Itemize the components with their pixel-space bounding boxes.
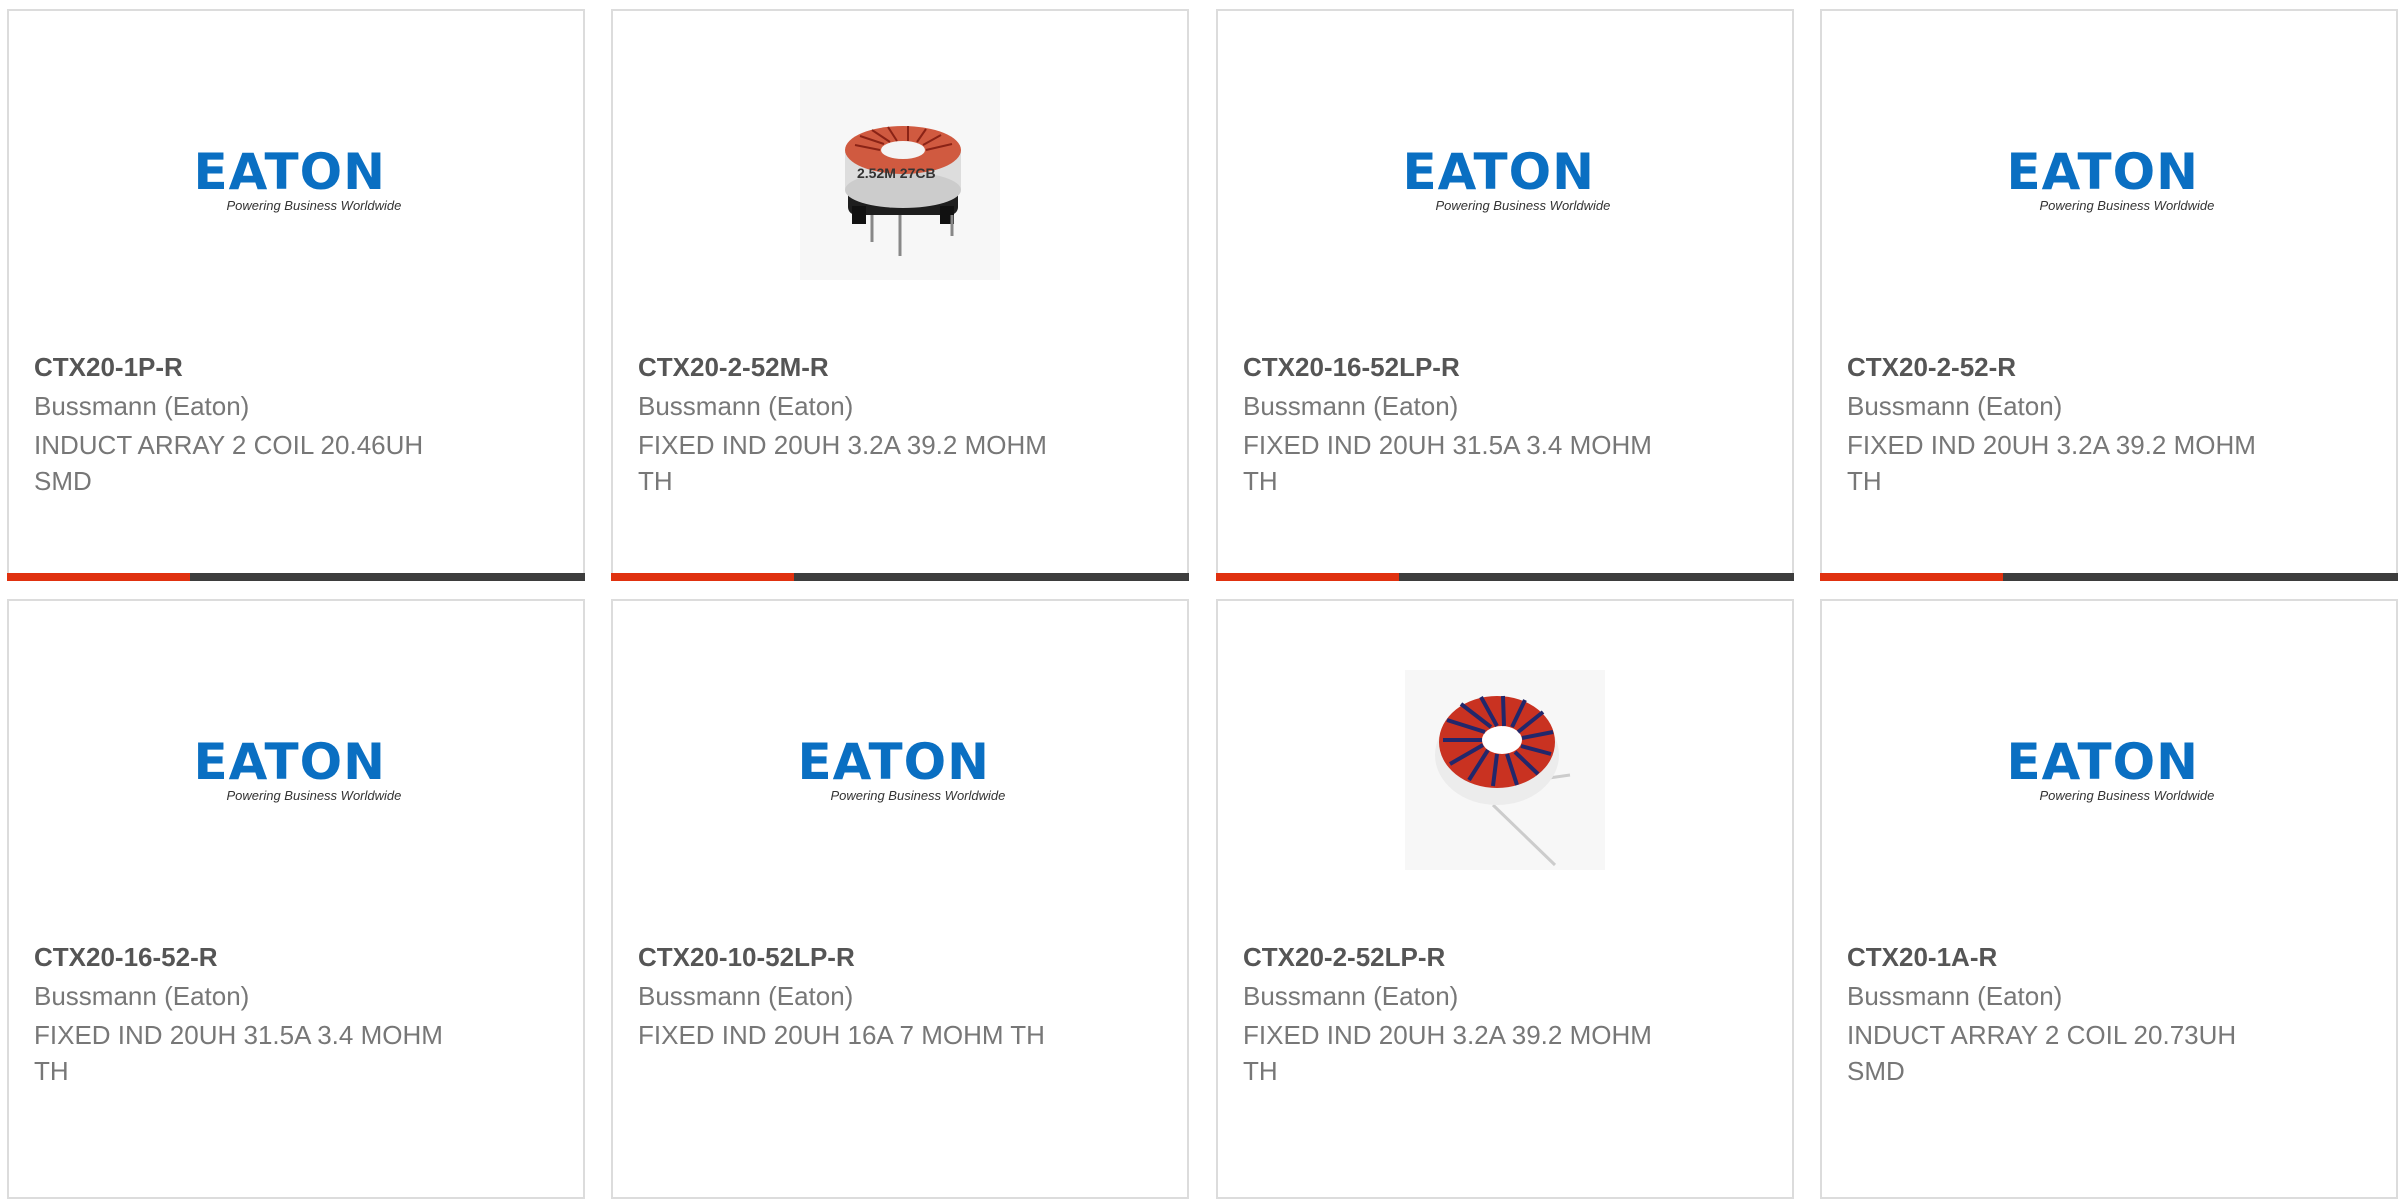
product-card[interactable]: CTX20-2-52LP-R Bussmann (Eaton) FIXED IN… [1216, 599, 1794, 1199]
description: FIXED IND 20UH 16A 7 MOHM TH [638, 1020, 1045, 1050]
manufacturer: Bussmann (Eaton) [638, 391, 854, 421]
manufacturer: Bussmann (Eaton) [1243, 391, 1459, 421]
part-number[interactable]: CTX20-1A-R [1847, 942, 1997, 973]
eaton-logo-icon: EATON Powering Business Worldwide [2006, 733, 2215, 803]
product-image[interactable]: EATON Powering Business Worldwide [1822, 79, 2396, 281]
manufacturer: Bussmann (Eaton) [1847, 391, 2063, 421]
toroid-inductor-base-icon: 2.52M 27CB [800, 80, 1000, 280]
product-image[interactable] [1218, 669, 1792, 871]
product-card[interactable]: EATON Powering Business Worldwide CTX20-… [7, 599, 585, 1199]
eaton-logo-icon: EATON Powering Business Worldwide [2006, 143, 2215, 213]
description: INDUCT ARRAY 2 COIL 20.46UH SMD [34, 430, 424, 496]
description: FIXED IND 20UH 3.2A 39.2 MOHM TH [638, 430, 1047, 496]
product-image[interactable]: EATON Powering Business Worldwide [1218, 79, 1792, 281]
product-grid: EATON Powering Business Worldwide CTX20-… [7, 9, 2400, 1199]
card-accent-bar [1820, 573, 2398, 581]
product-image[interactable]: EATON Powering Business Worldwide [1822, 669, 2396, 871]
product-card[interactable]: EATON Powering Business Worldwide CTX20-… [1820, 9, 2398, 581]
part-number[interactable]: CTX20-2-52-R [1847, 352, 2016, 383]
description: INDUCT ARRAY 2 COIL 20.73UH SMD [1847, 1020, 2237, 1086]
manufacturer: Bussmann (Eaton) [638, 981, 854, 1011]
part-number[interactable]: CTX20-16-52-R [34, 942, 218, 973]
product-image[interactable]: EATON Powering Business Worldwide [613, 669, 1187, 871]
part-number[interactable]: CTX20-2-52LP-R [1243, 942, 1445, 973]
card-accent-bar [7, 573, 585, 581]
product-card[interactable]: EATON Powering Business Worldwide CTX20-… [7, 9, 585, 581]
description: FIXED IND 20UH 3.2A 39.2 MOHM TH [1243, 1020, 1652, 1086]
eaton-logo-icon: EATON Powering Business Worldwide [797, 733, 1006, 803]
product-image[interactable]: 2.52M 27CB [613, 79, 1187, 281]
part-number[interactable]: CTX20-1P-R [34, 352, 183, 383]
card-accent-bar [1216, 573, 1794, 581]
eaton-logo-icon: EATON Powering Business Worldwide [1402, 143, 1611, 213]
part-number[interactable]: CTX20-10-52LP-R [638, 942, 855, 973]
part-number[interactable]: CTX20-16-52LP-R [1243, 352, 1460, 383]
eaton-logo-icon: EATON Powering Business Worldwide [193, 733, 402, 803]
description: FIXED IND 20UH 3.2A 39.2 MOHM TH [1847, 430, 2256, 496]
eaton-logo-icon: EATON Powering Business Worldwide [193, 143, 402, 213]
product-card[interactable]: EATON Powering Business Worldwide CTX20-… [611, 599, 1189, 1199]
svg-text:2.52M 27CB: 2.52M 27CB [857, 165, 936, 181]
product-card[interactable]: EATON Powering Business Worldwide CTX20-… [1820, 599, 2398, 1199]
product-card[interactable]: 2.52M 27CB CTX20-2-52M-R Bussmann (Eaton… [611, 9, 1189, 581]
manufacturer: Bussmann (Eaton) [1847, 981, 2063, 1011]
manufacturer: Bussmann (Eaton) [34, 391, 250, 421]
product-image[interactable]: EATON Powering Business Worldwide [9, 79, 583, 281]
toroid-inductor-icon [1405, 670, 1605, 870]
manufacturer: Bussmann (Eaton) [34, 981, 250, 1011]
part-number[interactable]: CTX20-2-52M-R [638, 352, 829, 383]
description: FIXED IND 20UH 31.5A 3.4 MOHM TH [1243, 430, 1652, 496]
card-accent-bar [611, 573, 1189, 581]
manufacturer: Bussmann (Eaton) [1243, 981, 1459, 1011]
product-card[interactable]: EATON Powering Business Worldwide CTX20-… [1216, 9, 1794, 581]
description: FIXED IND 20UH 31.5A 3.4 MOHM TH [34, 1020, 443, 1086]
product-image[interactable]: EATON Powering Business Worldwide [9, 669, 583, 871]
